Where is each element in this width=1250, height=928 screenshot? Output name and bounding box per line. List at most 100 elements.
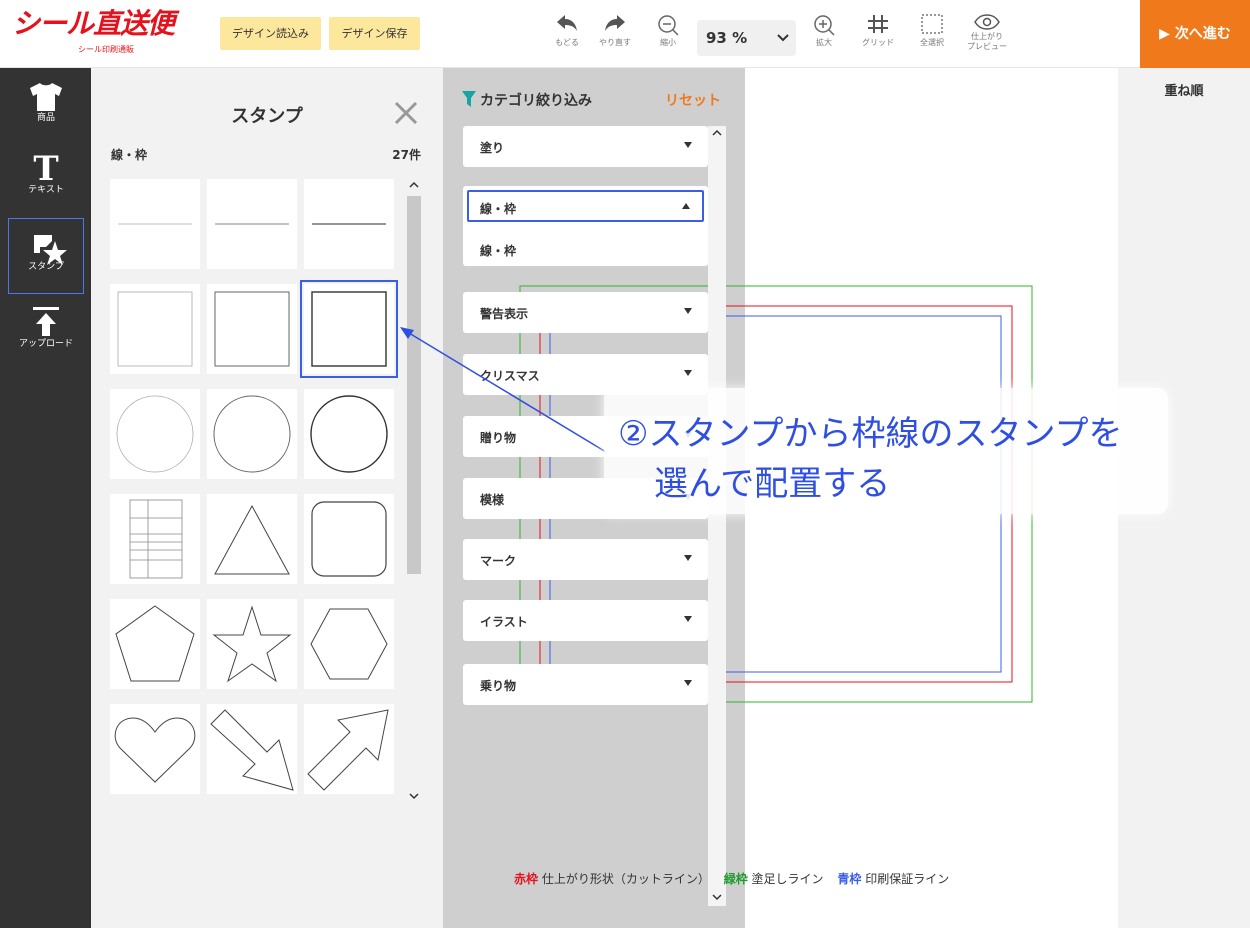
zoom-value: 93 % — [706, 29, 748, 47]
chevron-up-icon — [712, 129, 722, 136]
svg-text:T: T — [33, 150, 58, 184]
undo-button[interactable]: もどる — [547, 8, 587, 64]
category-dropdown[interactable]: イラスト — [463, 600, 708, 641]
legend-red-label: 赤枠 — [514, 872, 539, 886]
dropdown-label: 乗り物 — [480, 679, 517, 693]
sidebar-item-stamp[interactable]: スタンプ — [8, 218, 84, 294]
preview-label-line1: 仕上がり — [971, 32, 1003, 41]
top-toolbar: シール直送便 シール印刷通販 デザイン読込み デザイン保存 もどる やり直す 縮… — [0, 0, 1250, 68]
select-all-label: 全選択 — [920, 38, 944, 47]
chevron-down-icon — [777, 34, 789, 42]
legend-green-desc: 塗足しライン — [751, 872, 824, 886]
filter-reset-link[interactable]: リセット — [665, 90, 721, 110]
stamp-pentagon[interactable] — [110, 599, 200, 689]
panel-title: スタンプ — [231, 106, 303, 127]
next-step-button[interactable]: ▶ 次へ進む — [1140, 0, 1250, 68]
preview-button[interactable]: 仕上がり プレビュー — [963, 8, 1011, 64]
category-dropdown[interactable]: 警告表示 — [463, 292, 708, 333]
dropdown-label: マーク — [480, 554, 517, 568]
zoom-select[interactable]: 93 % — [697, 20, 796, 56]
category-dropdown-open[interactable]: 線・枠 線・枠 — [463, 186, 708, 266]
result-count: 27件 — [392, 148, 421, 162]
sidebar-item-label: テキスト — [28, 185, 64, 195]
sidebar-item-label: スタンプ — [28, 262, 64, 272]
filter-scrollbar[interactable] — [708, 126, 726, 906]
stamp-arrow-down-right[interactable] — [207, 704, 297, 794]
sidebar-item-product[interactable]: 商品 — [8, 82, 84, 158]
undo-icon — [557, 15, 577, 31]
canvas-legend: 赤枠 仕上がり形状（カットライン） 緑枠 塗足しライン 青枠 印刷保証ライン — [514, 870, 949, 887]
sidebar-item-label: アップロード — [18, 339, 73, 349]
grid-icon — [868, 15, 888, 33]
stamp-triangle[interactable] — [207, 494, 297, 584]
redo-button[interactable]: やり直す — [592, 8, 638, 64]
stamp-thin-square[interactable] — [110, 284, 200, 374]
dropdown-label: 模様 — [480, 493, 505, 507]
caret-up-icon — [682, 203, 690, 209]
chevron-down-icon — [409, 793, 419, 800]
stamp-hexagon[interactable] — [304, 599, 394, 689]
filter-title-text: カテゴリ絞り込み — [480, 93, 592, 109]
dropdown-label: 贈り物 — [480, 431, 517, 445]
sidebar-item-upload[interactable]: アップロード — [8, 304, 84, 380]
dropdown-label: 線・枠 — [480, 202, 517, 216]
grid-label: グリッド — [862, 38, 894, 47]
scrollbar-thumb[interactable] — [407, 196, 421, 574]
category-dropdown[interactable]: 乗り物 — [463, 664, 708, 705]
redo-label: やり直す — [599, 38, 631, 47]
sidebar-item-text[interactable]: T テキスト — [8, 150, 84, 226]
design-load-button[interactable]: デザイン読込み — [220, 17, 321, 50]
stamp-thin-circle[interactable] — [110, 389, 200, 479]
caret-down-icon — [684, 555, 692, 561]
zoom-in-button[interactable]: 拡大 — [808, 8, 840, 64]
zoom-out-icon — [658, 15, 679, 36]
annotation-line1: ②スタンプから枠線のスタンプを — [618, 414, 1123, 454]
select-all-button[interactable]: 全選択 — [912, 8, 952, 64]
stamp-thick-circle[interactable] — [304, 389, 394, 479]
stamp-thick-square[interactable] — [300, 280, 398, 378]
close-icon[interactable] — [393, 100, 419, 126]
grid-button[interactable]: グリッド — [856, 8, 900, 64]
dropdown-option[interactable]: 線・枠 — [480, 242, 516, 259]
stamp-medium-circle[interactable] — [207, 389, 297, 479]
dropdown-label: 警告表示 — [480, 307, 529, 321]
sidebar: 商品 T テキスト スタンプ アップロード — [0, 68, 91, 928]
stamp-thin-line[interactable] — [110, 179, 200, 269]
dropdown-header[interactable]: 線・枠 — [467, 190, 704, 222]
dropdown-label: クリスマス — [480, 369, 540, 383]
stamp-medium-line[interactable] — [207, 179, 297, 269]
legend-red-desc: 仕上がり形状（カットライン） — [541, 872, 710, 886]
logo[interactable]: シール直送便 シール印刷通販 — [12, 6, 208, 56]
upload-icon — [33, 307, 59, 336]
stamp-star[interactable] — [207, 599, 297, 689]
caret-down-icon — [684, 680, 692, 686]
logo-text: シール直送便 — [12, 7, 175, 40]
zoom-out-label: 縮小 — [660, 38, 676, 47]
chevron-up-icon — [409, 181, 419, 188]
category-dropdown[interactable]: 塗り — [463, 126, 708, 167]
zoom-out-button[interactable]: 縮小 — [652, 8, 684, 64]
stamp-heart[interactable] — [110, 704, 200, 794]
category-dropdown[interactable]: マーク — [463, 539, 708, 580]
eye-icon — [974, 14, 1000, 30]
zoom-in-label: 拡大 — [816, 38, 832, 47]
zoom-in-icon — [814, 15, 835, 36]
stamp-medium-square[interactable] — [207, 284, 297, 374]
legend-green-label: 緑枠 — [723, 872, 748, 886]
sidebar-item-label: 商品 — [36, 113, 55, 123]
select-all-icon — [921, 14, 943, 34]
stamp-rounded-square[interactable] — [304, 494, 394, 584]
stamp-scrollbar[interactable] — [404, 178, 424, 803]
stamp-table-grid[interactable] — [110, 494, 200, 584]
annotation-line2: 選んで配置する — [654, 464, 891, 504]
category-name: 線・枠 — [111, 148, 148, 162]
caret-down-icon — [684, 616, 692, 622]
text-t-icon: T — [33, 150, 58, 184]
redo-icon — [605, 15, 625, 31]
legend-blue-label: 青枠 — [837, 872, 862, 886]
design-save-button[interactable]: デザイン保存 — [329, 17, 420, 50]
stamp-arrow-up-right[interactable] — [304, 704, 394, 794]
stamp-thick-line[interactable] — [304, 179, 394, 269]
layer-order-title: 重ね順 — [1164, 84, 1204, 99]
preview-label-line2: プレビュー — [967, 42, 1007, 51]
